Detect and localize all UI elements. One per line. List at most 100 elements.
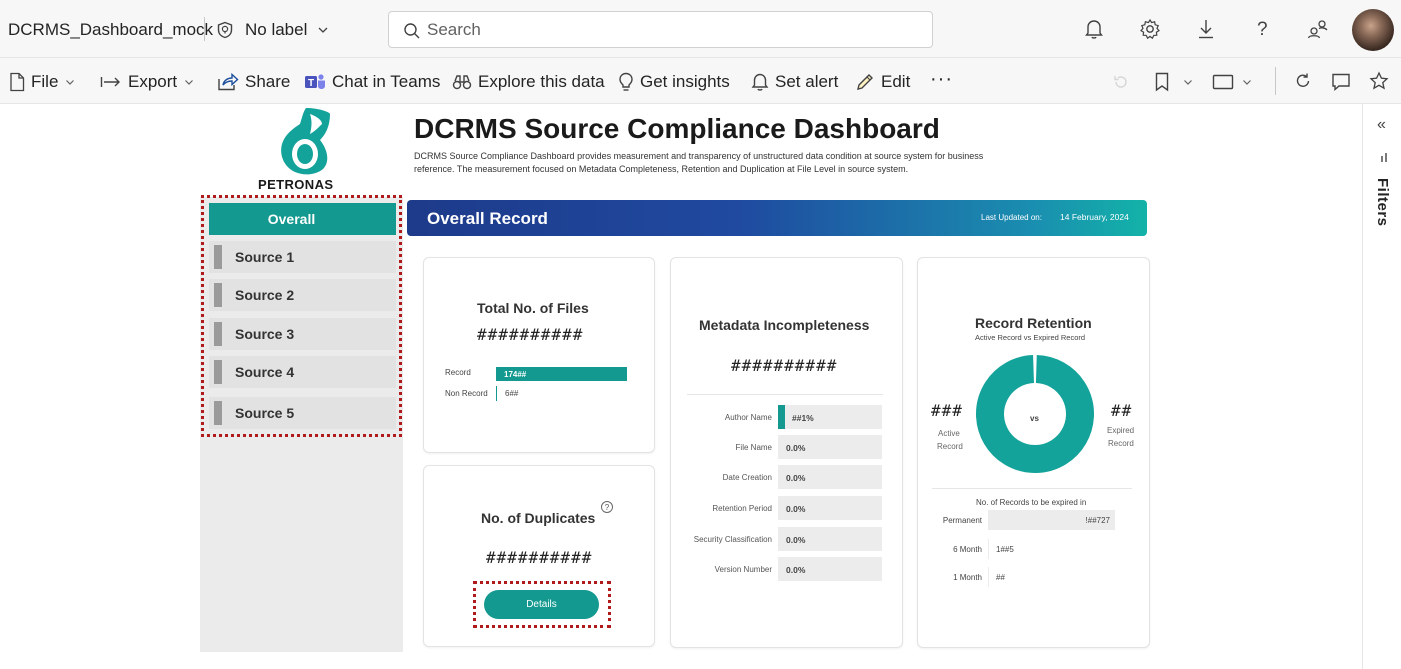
expiry-row-value: !##727 [1085,516,1110,525]
file-icon [10,72,25,92]
top-bar: DCRMS_Dashboard_mock No label ? [0,0,1401,58]
metadata-row-label: Author Name [724,413,772,422]
filters-label[interactable]: Filters [1374,178,1391,227]
divider [687,394,883,395]
chat-in-teams-button[interactable]: T Chat in Teams [304,72,440,92]
divider [1275,67,1276,95]
export-arrow-icon [100,77,120,87]
expiry-row-label: 6 Month [953,545,982,554]
svg-text:T: T [308,78,314,89]
expired-value: ## [1111,401,1133,420]
metadata-row-value: 0.0% [786,535,806,545]
gear-icon[interactable] [1139,18,1161,40]
expiry-row-value: 1##5 [996,545,1014,554]
metadata-row-value: 0.0% [786,504,806,514]
non-record-label: Non Record [445,389,488,398]
metadata-row-value: ##1% [792,413,814,423]
highlight-box [201,195,402,437]
card-subtitle: Active Record vs Expired Record [975,333,1086,342]
expiry-title: No. of Records to be expired in [976,498,1087,507]
alert-label: Set alert [775,72,839,91]
insights-label: Get insights [640,72,730,91]
help-icon[interactable]: ? [1252,18,1272,40]
chevron-down-icon[interactable] [1182,76,1194,88]
share-label: Share [245,72,291,91]
export-label: Export [128,72,178,91]
more-options-button[interactable]: ··· [930,68,953,91]
lightbulb-icon [619,72,633,91]
set-alert-button[interactable]: Set alert [751,72,838,92]
explore-label: Explore this data [478,72,605,91]
total-files-card [423,257,655,453]
metadata-row-value: 0.0% [786,443,806,453]
pencil-icon [857,74,873,90]
sensitivity-label[interactable]: No label [245,20,307,40]
filter-toggle-icon[interactable] [1380,152,1388,164]
help-icon[interactable]: ? [601,501,613,513]
expiry-row-bar [988,539,990,559]
banner-title: Overall Record [427,209,548,228]
section-banner: Overall Record Last Updated on: 14 Febru… [407,200,1147,236]
metadata-value: ########## [731,356,838,375]
non-record-value: 6## [505,389,519,398]
search-input[interactable] [427,19,907,41]
teams-icon: T [305,74,325,89]
bookmark-icon[interactable] [1154,72,1170,92]
get-insights-button[interactable]: Get insights [618,72,730,92]
expiry-row-label: 1 Month [953,573,982,582]
expired-label: Expired [1107,426,1135,435]
view-icon[interactable] [1212,74,1234,90]
petronas-logo-icon [281,108,330,175]
record-label: Record [445,368,471,377]
active-value: ### [931,401,963,420]
last-updated-value: 14 February, 2024 [1060,212,1129,222]
chevron-down-icon[interactable] [1241,76,1253,88]
metadata-row-fill [778,405,786,429]
active-label: Record [937,442,963,451]
card-title: No. of Duplicates [481,510,596,526]
file-label: File [31,72,59,91]
export-menu[interactable]: Export [100,72,195,92]
active-label: Active [938,429,960,438]
bell-icon[interactable] [1084,18,1104,40]
people-icon[interactable] [1306,18,1330,40]
edit-label: Edit [881,72,911,91]
description-line: DCRMS Source Compliance Dashboard provid… [414,151,984,161]
search-box[interactable] [388,11,933,48]
brand-logo-text: PETRONAS [258,177,334,192]
refresh-icon[interactable] [1294,72,1312,90]
report-title[interactable]: DCRMS_Dashboard_mock [8,20,213,40]
star-icon[interactable] [1369,71,1389,91]
card-title: Metadata Incompleteness [699,317,870,333]
expiry-row-value: ## [996,573,1005,582]
highlight-box [473,581,611,628]
collapse-filters-button[interactable]: « [1377,116,1386,134]
last-updated-label: Last Updated on: [981,213,1042,222]
download-icon[interactable] [1196,18,1216,40]
chat-label: Chat in Teams [332,72,441,91]
filters-pane: « Filters [1362,104,1401,669]
file-menu[interactable]: File [9,72,76,92]
metadata-row-value: 0.0% [786,473,806,483]
avatar[interactable] [1352,9,1394,51]
report-toolbar: File Export Share T Chat in Teams Explor… [0,58,1401,104]
binoculars-icon [452,75,472,90]
chevron-down-icon [185,80,194,85]
chevron-down-icon[interactable] [316,23,330,37]
shield-icon[interactable] [216,21,234,39]
share-button[interactable]: Share [217,72,290,92]
record-bar: 174## [496,367,632,381]
expiry-row-bar [988,567,989,587]
metadata-row-label: Retention Period [712,504,772,513]
card-title: Total No. of Files [477,300,589,316]
non-record-bar [496,386,497,401]
edit-button[interactable]: Edit [855,72,910,92]
comment-icon[interactable] [1331,72,1351,92]
bell-icon [751,73,769,91]
explore-data-button[interactable]: Explore this data [452,72,605,92]
duplicates-value: ########## [486,548,593,567]
share-icon [218,73,239,91]
expired-label: Record [1108,439,1134,448]
metadata-row-label: Security Classification [693,535,772,544]
dashboard-description: DCRMS Source Compliance Dashboard provid… [414,150,1094,176]
